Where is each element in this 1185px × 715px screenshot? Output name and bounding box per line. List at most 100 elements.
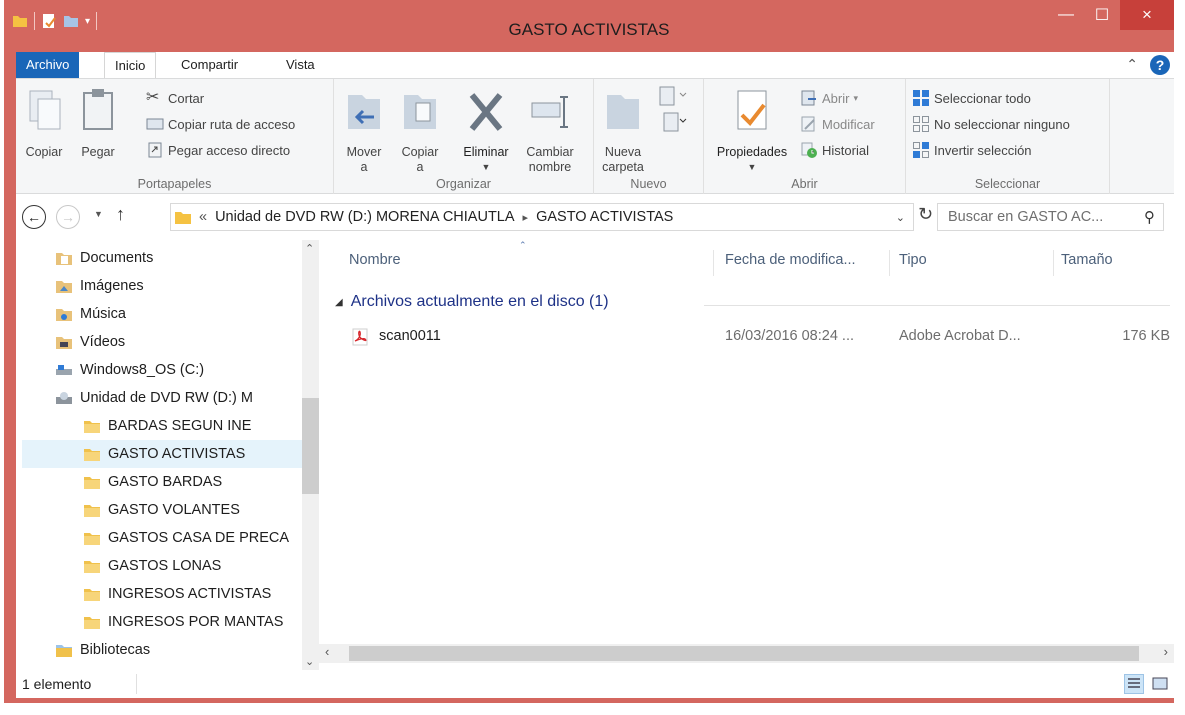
recent-locations-icon[interactable]: ▼: [94, 209, 103, 219]
column-divider[interactable]: [713, 250, 714, 276]
back-button[interactable]: ←: [22, 205, 46, 229]
address-bar[interactable]: « Unidad de DVD RW (D:) MORENA CHIAUTLA …: [170, 203, 914, 231]
scroll-down-icon[interactable]: ⌄: [305, 655, 314, 668]
file-date: 16/03/2016 08:24 ...: [725, 328, 854, 344]
nav-item[interactable]: Vídeos: [56, 328, 302, 356]
no-seleccionar-button[interactable]: No seleccionar ninguno: [912, 115, 1070, 133]
tab-archivo[interactable]: Archivo: [16, 52, 80, 78]
modificar-button[interactable]: Modificar: [800, 115, 875, 133]
new-item-icon[interactable]: [658, 85, 688, 107]
large-icons-view-button[interactable]: [1150, 674, 1170, 694]
copiar-ruta-button[interactable]: Copiar ruta de acceso: [146, 115, 295, 133]
nav-item[interactable]: Windows8_OS (C:): [56, 356, 302, 384]
cortar-button[interactable]: ✂ Cortar: [146, 89, 204, 107]
table-row[interactable]: scan0011 16/03/2016 08:24 ... Adobe Acro…: [319, 326, 1174, 350]
eliminar-dropdown-icon[interactable]: ▼: [458, 160, 514, 175]
nav-item[interactable]: INGRESOS ACTIVISTAS: [84, 580, 302, 608]
column-divider[interactable]: [1053, 250, 1054, 276]
pegar-acceso-button[interactable]: Pegar acceso directo: [146, 141, 290, 159]
nav-item[interactable]: GASTO BARDAS: [84, 468, 302, 496]
nav-item[interactable]: GASTOS CASA DE PRECA: [84, 524, 302, 552]
tab-compartir[interactable]: Compartir: [171, 52, 248, 78]
column-header-tipo[interactable]: Tipo: [899, 252, 927, 268]
nav-item[interactable]: INGRESOS POR MANTAS: [84, 608, 302, 636]
breadcrumb-drive[interactable]: Unidad de DVD RW (D:) MORENA CHIAUTLA: [215, 209, 514, 225]
cambiar-label-1: Cambiar: [526, 145, 574, 159]
nav-item[interactable]: BARDAS SEGUN INE: [84, 412, 302, 440]
refresh-icon[interactable]: ↻: [918, 204, 933, 225]
nav-item[interactable]: GASTO VOLANTES: [84, 496, 302, 524]
tab-inicio[interactable]: Inicio: [104, 52, 157, 79]
breadcrumb-separator-icon[interactable]: ▸: [523, 211, 529, 224]
up-arrow-icon[interactable]: ↑: [116, 204, 125, 225]
propiedades-button[interactable]: Propiedades ▼: [708, 87, 796, 175]
seleccionar-todo-button[interactable]: Seleccionar todo: [912, 89, 1031, 107]
ribbon: Copiar Pegar ✂ Cortar Copiar ruta de acc…: [16, 78, 1174, 195]
mover-a-button[interactable]: Mover a: [340, 87, 388, 175]
abrir-group-label: Abrir: [791, 177, 818, 191]
modificar-label: Modificar: [822, 116, 875, 132]
scroll-right-icon[interactable]: ›: [1164, 644, 1168, 659]
help-icon[interactable]: ?: [1150, 55, 1170, 75]
details-view-button[interactable]: [1124, 674, 1144, 694]
address-prefix[interactable]: «: [199, 209, 207, 225]
propiedades-dropdown-icon[interactable]: ▼: [708, 160, 796, 175]
windows-drive-icon: [56, 365, 72, 375]
minimize-button[interactable]: —: [1048, 0, 1084, 30]
nav-vertical-scrollbar[interactable]: ⌃ ⌄: [302, 240, 319, 670]
file-type: Adobe Acrobat D...: [899, 328, 1021, 344]
easy-access-icon[interactable]: [658, 111, 688, 133]
nueva-carpeta-button[interactable]: Nueva carpeta: [598, 87, 648, 175]
column-header-tamano[interactable]: Tamaño: [1061, 252, 1113, 268]
horizontal-scroll-thumb[interactable]: [349, 646, 1139, 661]
tab-vista[interactable]: Vista: [276, 52, 325, 78]
copiar-button[interactable]: Copiar: [22, 87, 66, 160]
forward-button[interactable]: →: [56, 205, 80, 229]
copiar-label: Copiar: [25, 145, 63, 159]
scroll-up-icon[interactable]: ⌃: [305, 242, 314, 255]
close-button[interactable]: ×: [1120, 0, 1174, 30]
nav-scroll-thumb[interactable]: [302, 398, 319, 494]
abrir-dropdown-icon[interactable]: ▾: [853, 93, 858, 104]
nav-item[interactable]: Bibliotecas: [56, 636, 302, 664]
invertir-seleccion-button[interactable]: Invertir selección: [912, 141, 1032, 159]
nav-item[interactable]: GASTOS LONAS: [84, 552, 302, 580]
group-portapapeles: Copiar Pegar ✂ Cortar Copiar ruta de acc…: [16, 79, 334, 195]
nav-item[interactable]: Unidad de DVD RW (D:) M: [56, 384, 302, 412]
horizontal-scrollbar[interactable]: ‹ ›: [319, 644, 1174, 663]
cambiar-nombre-button[interactable]: Cambiar nombre: [520, 87, 580, 175]
maximize-button[interactable]: ☐: [1084, 0, 1120, 30]
group-header[interactable]: ◢ Archivos actualmente en el disco (1): [335, 293, 609, 311]
abrir-button[interactable]: Abrir ▾: [800, 89, 858, 107]
nav-item[interactable]: GASTO ACTIVISTAS: [22, 440, 302, 468]
address-dropdown-icon[interactable]: ⌄: [896, 211, 905, 224]
forward-arrow-icon: →: [61, 209, 75, 225]
eliminar-button[interactable]: Eliminar ▼: [458, 87, 514, 175]
collapse-ribbon-icon[interactable]: ⌃: [1126, 56, 1138, 73]
nav-item[interactable]: Imágenes: [56, 272, 302, 300]
move-to-icon: [348, 95, 380, 129]
nav-item[interactable]: Documents: [56, 244, 302, 272]
column-divider[interactable]: [889, 250, 890, 276]
column-header-nombre[interactable]: Nombre: [349, 252, 401, 268]
seleccionar-todo-label: Seleccionar todo: [934, 90, 1031, 106]
edit-icon: [801, 116, 815, 132]
nav-item[interactable]: Música: [56, 300, 302, 328]
paste-shortcut-icon: [148, 142, 162, 158]
search-input[interactable]: Buscar en GASTO AC... ⚲: [937, 203, 1164, 231]
copiar-a-button[interactable]: Copiar a: [396, 87, 444, 175]
folder-icon: [84, 533, 100, 545]
pegar-acceso-label: Pegar acceso directo: [168, 142, 291, 158]
copiar-a-label-2: a: [416, 160, 424, 174]
search-icon[interactable]: ⚲: [1144, 208, 1155, 226]
historial-button[interactable]: Historial: [800, 141, 869, 159]
collapse-group-icon[interactable]: ◢: [335, 297, 343, 308]
address-row: ← → ▼ ↑ « Unidad de DVD RW (D:) MORENA C…: [16, 194, 1174, 240]
scroll-left-icon[interactable]: ‹: [325, 644, 329, 659]
window-controls: — ☐ ×: [1048, 0, 1174, 30]
pegar-button[interactable]: Pegar: [76, 87, 120, 160]
column-header-fecha[interactable]: Fecha de modifica...: [725, 252, 856, 268]
nav-item-label: GASTO ACTIVISTAS: [108, 446, 246, 462]
seleccionar-group-label: Seleccionar: [974, 177, 1041, 191]
breadcrumb-folder[interactable]: GASTO ACTIVISTAS: [536, 209, 673, 225]
